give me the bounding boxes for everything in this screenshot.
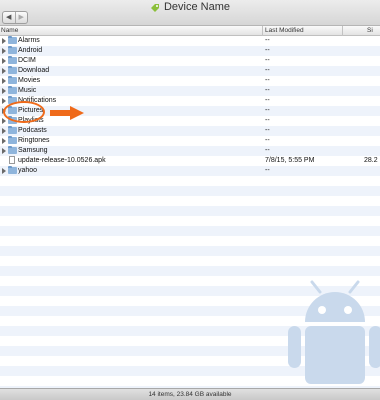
folder-icon [8,146,17,154]
folder-row[interactable]: Movies -- [0,76,380,86]
disclosure-triangle-icon[interactable] [2,38,6,44]
disclosure-triangle-icon[interactable] [2,88,6,94]
folder-row[interactable]: Music -- [0,86,380,96]
item-name: Ringtones [18,137,50,144]
back-button[interactable]: ◀ [3,12,15,23]
folder-icon [8,166,17,174]
item-modified: 7/8/15, 5:55 PM [265,157,315,164]
item-modified: -- [265,167,270,174]
folder-row[interactable]: Download -- [0,66,380,76]
disclosure-triangle-icon[interactable] [2,48,6,54]
folder-icon [8,56,17,64]
folder-row[interactable]: Notifications -- [0,96,380,106]
folder-row[interactable]: DCIM -- [0,56,380,66]
title-bar: ◀ ▶ Device Name [0,0,380,26]
disclosure-triangle-icon[interactable] [2,68,6,74]
folder-icon [8,86,17,94]
window-title: Device Name [163,1,231,13]
android-robot-icon [288,280,380,384]
folder-row[interactable]: Podcasts -- [0,126,380,136]
item-modified: -- [265,57,270,64]
file-icon [9,156,15,164]
column-name-header[interactable]: Name [1,27,18,34]
column-header: Name Last Modified Si [0,26,380,36]
disclosure-triangle-icon[interactable] [2,78,6,84]
item-modified: -- [265,137,270,144]
item-modified: -- [265,117,270,124]
disclosure-triangle-icon[interactable] [2,138,6,144]
folder-icon [8,136,17,144]
item-modified: -- [265,37,270,44]
disclosure-triangle-icon[interactable] [2,58,6,64]
status-text: 14 items, 23.84 GB available [148,391,232,398]
item-modified: -- [265,97,270,104]
item-name: Podcasts [18,127,47,134]
disclosure-triangle-icon[interactable] [2,98,6,104]
folder-icon [8,46,17,54]
forward-button[interactable]: ▶ [14,12,28,23]
folder-icon [8,36,17,44]
folder-row[interactable]: yahoo -- [0,166,380,176]
disclosure-triangle-icon[interactable] [2,118,6,124]
highlight-circle [3,101,45,123]
item-name: Samsung [18,147,48,154]
folder-icon [8,76,17,84]
item-modified: -- [265,87,270,94]
item-modified: -- [265,127,270,134]
folder-row[interactable]: Android -- [0,46,380,56]
column-divider[interactable] [262,26,263,36]
item-name: update-release-10.0526.apk [18,157,106,164]
disclosure-triangle-icon[interactable] [2,128,6,134]
folder-row[interactable]: Ringtones -- [0,136,380,146]
item-name: yahoo [18,167,38,174]
item-modified: -- [265,67,270,74]
column-divider[interactable] [342,26,343,36]
disclosure-triangle-icon[interactable] [2,168,6,174]
folder-row[interactable]: Alarms -- [0,36,380,46]
window-title-group: Device Name [0,1,380,13]
folder-row[interactable]: Samsung -- [0,146,380,156]
item-name: Music [18,87,37,94]
disclosure-triangle-icon[interactable] [2,148,6,154]
item-modified: -- [265,147,270,154]
item-name: Alarms [18,37,40,44]
android-device-icon [150,3,160,12]
file-row[interactable]: update-release-10.0526.apk 7/8/15, 5:55 P… [0,156,380,166]
status-bar: 14 items, 23.84 GB available [0,388,380,400]
column-size-header[interactable]: Si [367,27,373,34]
file-transfer-window: ◀ ▶ Device Name Name Last Modified Si Al… [0,0,380,400]
folder-icon [8,126,17,134]
item-name: Movies [18,77,41,84]
folder-icon [8,66,17,74]
item-name: Android [18,47,43,54]
highlight-arrow [50,106,84,120]
item-name: Download [18,67,50,74]
item-modified: -- [265,107,270,114]
item-size: 28.2 [364,157,378,164]
item-name: DCIM [18,57,36,64]
item-modified: -- [265,47,270,54]
column-modified-header[interactable]: Last Modified [265,27,304,34]
item-modified: -- [265,77,270,84]
